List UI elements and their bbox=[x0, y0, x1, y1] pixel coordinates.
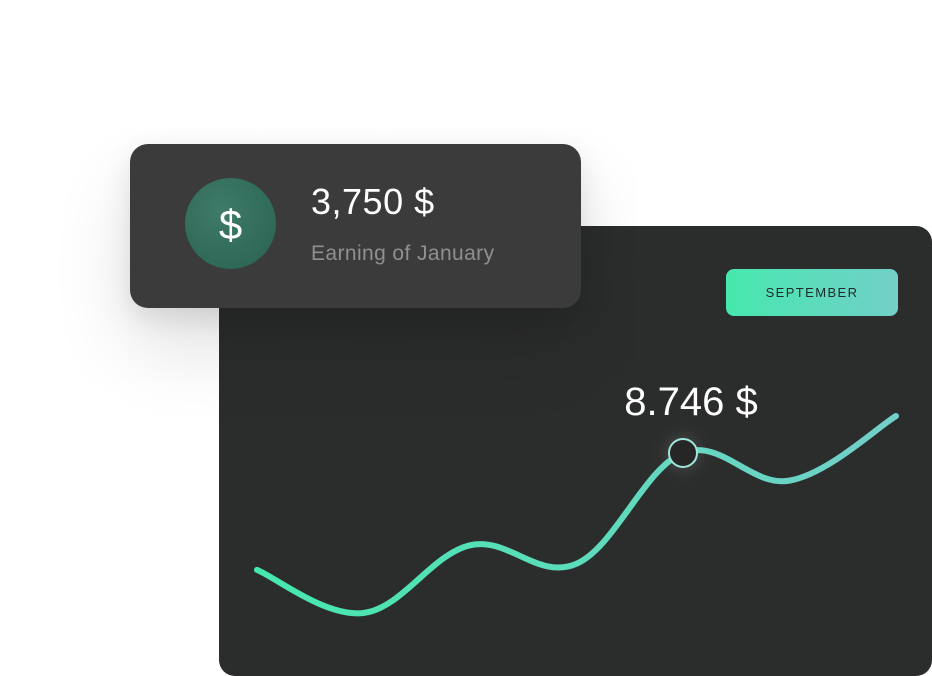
dollar-icon-glyph: $ bbox=[218, 200, 243, 248]
highlight-value-label: 8.746 $ bbox=[624, 380, 757, 424]
highlight-point[interactable] bbox=[668, 437, 698, 468]
series-line bbox=[254, 413, 899, 617]
dollar-icon: $ bbox=[185, 178, 276, 269]
earning-label: Earning of January bbox=[311, 242, 495, 265]
earning-amount: 3,750 $ bbox=[311, 181, 435, 222]
month-selector-button[interactable]: SEPTEMBER bbox=[726, 269, 898, 316]
earning-card: $ 3,750 $ Earning of January bbox=[130, 144, 581, 308]
